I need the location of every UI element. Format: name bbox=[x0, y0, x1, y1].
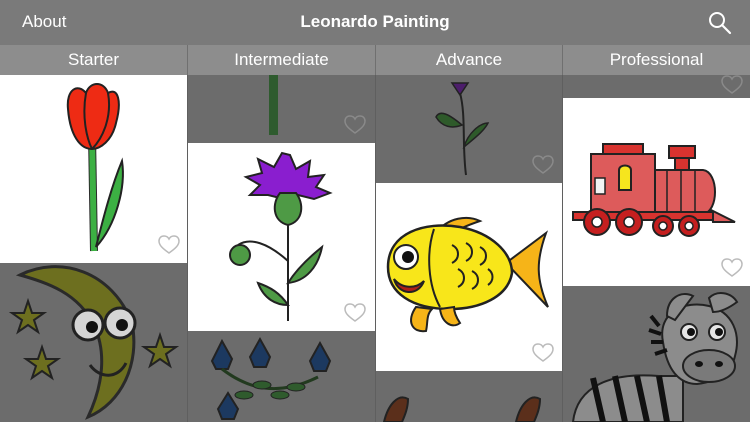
heart-icon[interactable] bbox=[721, 75, 743, 95]
starter-column bbox=[0, 75, 188, 422]
zebra-drawing bbox=[571, 292, 739, 422]
animal-ears-drawing bbox=[382, 396, 542, 422]
tab-starter[interactable]: Starter bbox=[0, 45, 188, 75]
search-icon[interactable] bbox=[708, 11, 732, 35]
heart-icon[interactable] bbox=[344, 115, 366, 135]
heart-icon[interactable] bbox=[532, 343, 554, 363]
level-tabs: Starter Intermediate Advance Professiona… bbox=[0, 45, 750, 75]
heart-icon[interactable] bbox=[721, 258, 743, 278]
moon-drawing bbox=[8, 265, 180, 420]
goldfish-card[interactable] bbox=[376, 183, 562, 371]
purple-flower-card[interactable] bbox=[376, 75, 562, 183]
heart-icon[interactable] bbox=[344, 303, 366, 323]
heart-icon[interactable] bbox=[158, 235, 180, 255]
thistle-card[interactable] bbox=[188, 143, 375, 331]
intermediate-column bbox=[188, 75, 376, 422]
heart-icon[interactable] bbox=[532, 155, 554, 175]
zebra-card[interactable] bbox=[563, 286, 750, 422]
navigation-bar: About Leonardo Painting bbox=[0, 0, 750, 45]
animal-ears-card[interactable] bbox=[376, 371, 562, 422]
app-title: Leonardo Painting bbox=[300, 12, 450, 31]
tab-intermediate[interactable]: Intermediate bbox=[188, 45, 376, 75]
tulip-card[interactable] bbox=[0, 75, 187, 263]
tab-professional[interactable]: Professional bbox=[563, 45, 750, 75]
blue-flowers-card[interactable] bbox=[188, 331, 375, 422]
moon-card[interactable] bbox=[0, 263, 187, 422]
advance-column bbox=[376, 75, 563, 422]
tab-advance[interactable]: Advance bbox=[376, 45, 563, 75]
blue-flowers-drawing bbox=[210, 336, 332, 420]
train-card[interactable] bbox=[563, 98, 750, 286]
professional-column bbox=[563, 75, 750, 422]
leaf-card[interactable] bbox=[563, 75, 750, 98]
stem-card[interactable] bbox=[188, 75, 375, 143]
